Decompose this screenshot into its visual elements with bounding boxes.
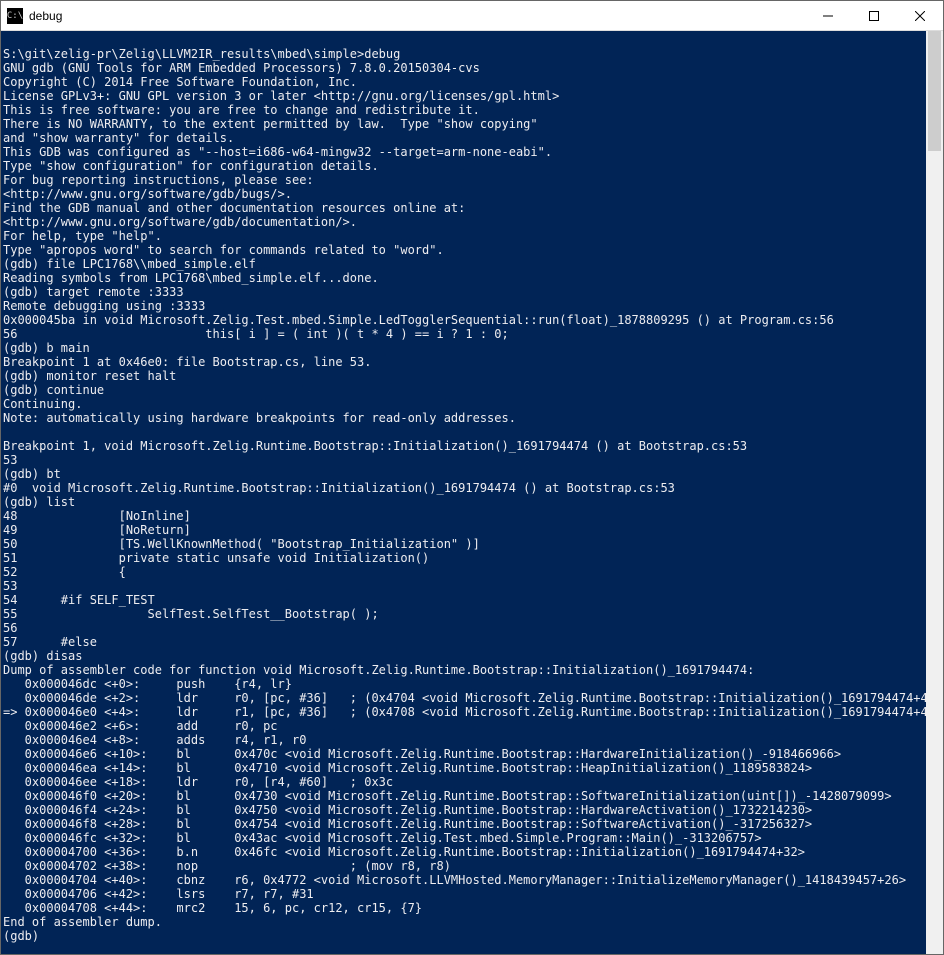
minimize-icon (823, 11, 833, 21)
vertical-scrollbar[interactable] (926, 31, 943, 954)
close-icon (915, 11, 925, 21)
maximize-button[interactable] (851, 1, 897, 30)
app-icon: C:\ (7, 8, 23, 24)
window-titlebar: C:\ debug (1, 1, 943, 31)
maximize-icon (869, 11, 879, 21)
window-controls (805, 1, 943, 30)
minimize-button[interactable] (805, 1, 851, 30)
window-title: debug (29, 9, 62, 23)
terminal-container: S:\git\zelig-pr\Zelig\LLVM2IR_results\mb… (1, 31, 943, 954)
close-button[interactable] (897, 1, 943, 30)
terminal-output[interactable]: S:\git\zelig-pr\Zelig\LLVM2IR_results\mb… (1, 31, 926, 954)
scrollbar-thumb[interactable] (928, 31, 941, 151)
